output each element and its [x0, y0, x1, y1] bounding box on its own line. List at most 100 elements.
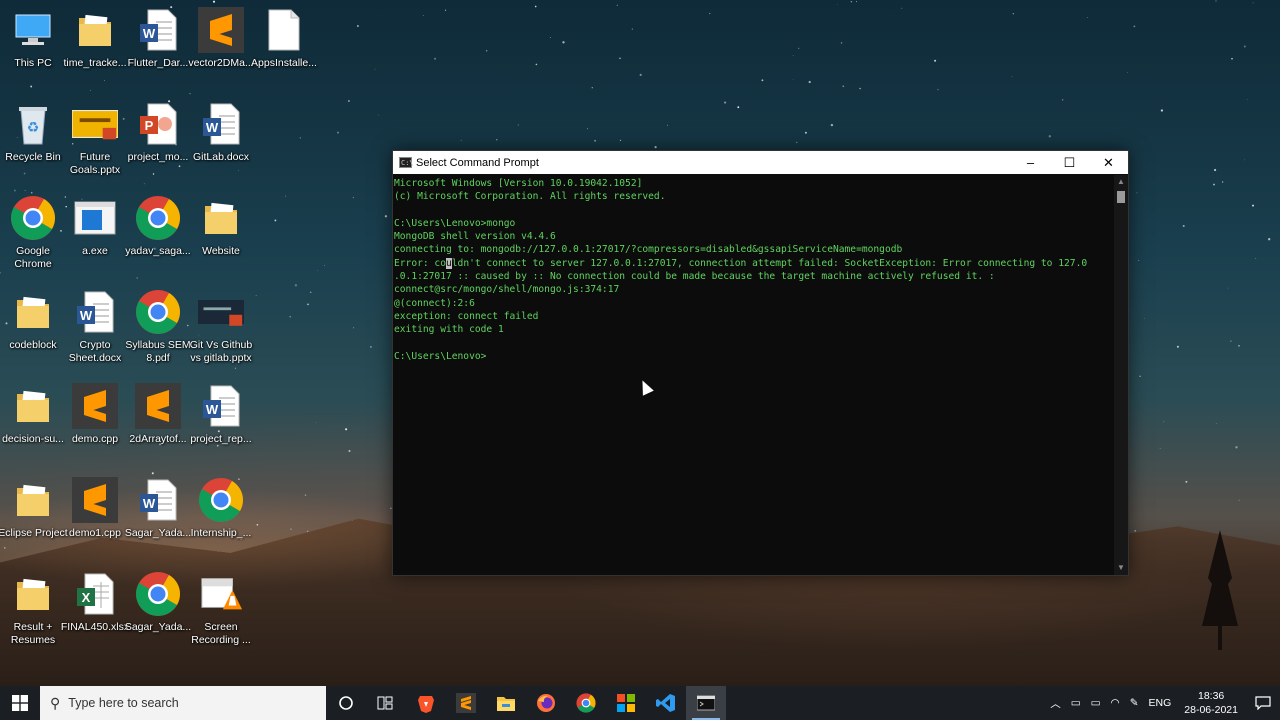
maximize-button[interactable]: ☐ [1050, 151, 1089, 174]
desktop-icon[interactable]: Internship_... [188, 472, 254, 562]
windows-logo-icon [12, 695, 28, 711]
show-hidden-icons-icon[interactable]: ︿ [1045, 696, 1066, 711]
desktop-icon-label: Flutter_Dar... [127, 57, 189, 69]
cortana-icon[interactable] [326, 686, 366, 720]
desktop-icon[interactable]: codeblock [0, 284, 66, 374]
brave-icon[interactable] [406, 686, 446, 720]
folder-icon [10, 288, 56, 336]
console-output[interactable]: Microsoft Windows [Version 10.0.19042.10… [393, 175, 1114, 575]
desktop-icon[interactable]: Google Chrome [0, 190, 66, 280]
minimize-button[interactable]: – [1011, 151, 1050, 174]
pptx-dark-thumb-icon [198, 288, 244, 336]
window-titlebar[interactable]: C:\ Select Command Prompt – ☐ ✕ [393, 151, 1128, 174]
desktop-icon[interactable]: Wproject_rep... [188, 378, 254, 468]
scroll-up-icon[interactable]: ▲ [1114, 176, 1128, 188]
desktop-icon-label: yadav_saga... [125, 245, 191, 257]
cmd-window-icon: C:\ [399, 157, 414, 168]
desktop-icon[interactable]: a.exe [62, 190, 128, 280]
desktop-icon[interactable]: Git Vs Github vs gitlab.pptx [188, 284, 254, 374]
desktop-icon[interactable]: Result + Resumes [0, 566, 66, 656]
desktop-icon-label: project_rep... [190, 433, 252, 445]
folder-icon [10, 476, 56, 524]
desktop-icon[interactable]: W Crypto Sheet.docx [62, 284, 128, 374]
desktop-icon[interactable]: Sagar_Yada... [125, 566, 191, 656]
desktop-icon[interactable]: ♻ Recycle Bin [0, 96, 66, 186]
folder-icon [10, 570, 56, 618]
console-line: exception: connect failed [394, 310, 539, 322]
cmd-icon[interactable] [686, 686, 726, 720]
network-device-icon[interactable]: ▭ [1066, 697, 1086, 709]
pen-icon[interactable]: ✎ [1125, 697, 1144, 709]
console-line: MongoDB shell version v4.4.6 [394, 231, 556, 243]
svg-text:W: W [80, 308, 93, 323]
desktop-icon[interactable]: demo.cpp [62, 378, 128, 468]
desktop-icon[interactable]: W GitLab.docx [188, 96, 254, 186]
console-line: connecting to: mongodb://127.0.0.1:27017… [394, 244, 903, 256]
text-file-icon [261, 6, 307, 54]
desktop-icon[interactable]: W Flutter_Dar... [125, 2, 191, 92]
sublime-icon [72, 382, 118, 430]
chrome-icon[interactable] [566, 686, 606, 720]
start-button[interactable] [0, 686, 40, 720]
clock-date: 28-06-2021 [1184, 704, 1238, 716]
svg-text:W: W [143, 496, 156, 511]
folder-icon [198, 194, 244, 242]
taskbar-search-box[interactable]: ⚲ Type here to search [40, 686, 326, 720]
sublime-icon [72, 476, 118, 524]
desktop-icon-label: Internship_... [190, 527, 252, 539]
desktop-icon-label: Screen Recording ... [191, 621, 251, 646]
desktop-icon[interactable]: vector2DMa... [188, 2, 254, 92]
notifications-icon[interactable] [1246, 686, 1280, 720]
language-indicator[interactable]: ENG [1144, 697, 1177, 709]
desktop-icon[interactable]: W Sagar_Yada... [125, 472, 191, 562]
console-line: Microsoft Windows [Version 10.0.19042.10… [394, 178, 643, 189]
console-line: exiting with code 1 [394, 324, 504, 336]
window-title: Select Command Prompt [416, 156, 539, 169]
wifi-icon[interactable]: ◠ [1106, 697, 1125, 709]
chrome-icon [198, 476, 244, 524]
desktop-icon[interactable]: Future Goals.pptx [62, 96, 128, 186]
console-line: (c) Microsoft Corporation. All rights re… [394, 191, 666, 203]
console-line: @(connect):2:6 [394, 297, 475, 309]
desktop-icon[interactable]: AppsInstalle... [251, 2, 317, 92]
desktop-icon[interactable]: X FINAL450.xlsx [60, 566, 130, 656]
store-icon[interactable] [606, 686, 646, 720]
desktop-icon[interactable]: yadav_saga... [125, 190, 191, 280]
vscode-icon[interactable] [646, 686, 686, 720]
desktop-icon-label: project_mo... [127, 151, 189, 163]
desktop-icon[interactable]: This PC [0, 2, 66, 92]
firefox-icon[interactable] [526, 686, 566, 720]
word-doc-icon: W [198, 100, 244, 148]
desktop-icon[interactable]: Screen Recording ... [188, 566, 254, 656]
desktop-icon[interactable]: Pproject_mo... [125, 96, 191, 186]
desktop-icon[interactable]: decision-su... [0, 378, 66, 468]
command-prompt-window[interactable]: C:\ Select Command Prompt – ☐ ✕ Microsof… [392, 150, 1129, 576]
console-line: C:\Users\Lenovo>mongo [394, 217, 516, 229]
desktop-icon-label: Sagar_Yada... [124, 621, 192, 633]
battery-icon[interactable]: ▭ [1086, 697, 1106, 709]
desktop-icon-label: demo1.cpp [69, 527, 121, 539]
desktop-icon-label: time_tracke... [63, 57, 127, 69]
desktop-icon[interactable]: time_tracke... [62, 2, 128, 92]
close-button[interactable]: ✕ [1089, 151, 1128, 174]
svg-text:W: W [143, 26, 156, 41]
desktop-icon-label: FINAL450.xlsx [60, 621, 130, 633]
scroll-down-icon[interactable]: ▼ [1114, 562, 1128, 574]
desktop-icon[interactable]: Website [188, 190, 254, 280]
desktop-icon[interactable]: Syllabus SEM 8.pdf [125, 284, 191, 374]
sublime-icon[interactable] [446, 686, 486, 720]
task-view-icon[interactable] [366, 686, 406, 720]
file-explorer-icon[interactable] [486, 686, 526, 720]
folder-icon [72, 6, 118, 54]
desktop-icon-label: vector2DMa... [188, 57, 254, 69]
scrollbar-thumb[interactable] [1117, 191, 1125, 203]
desktop-icon[interactable]: Eclipse Project [0, 472, 68, 562]
desktop-icon[interactable]: 2dArraytof... [125, 378, 191, 468]
desktop-icon[interactable]: demo1.cpp [62, 472, 128, 562]
clock[interactable]: 18:36 28-06-2021 [1176, 689, 1246, 717]
console-line: C:\Users\Lenovo> [394, 350, 487, 362]
chrome-icon [135, 288, 181, 336]
vertical-scrollbar[interactable]: ▲ ▼ [1114, 175, 1128, 575]
svg-text:P: P [145, 118, 154, 133]
